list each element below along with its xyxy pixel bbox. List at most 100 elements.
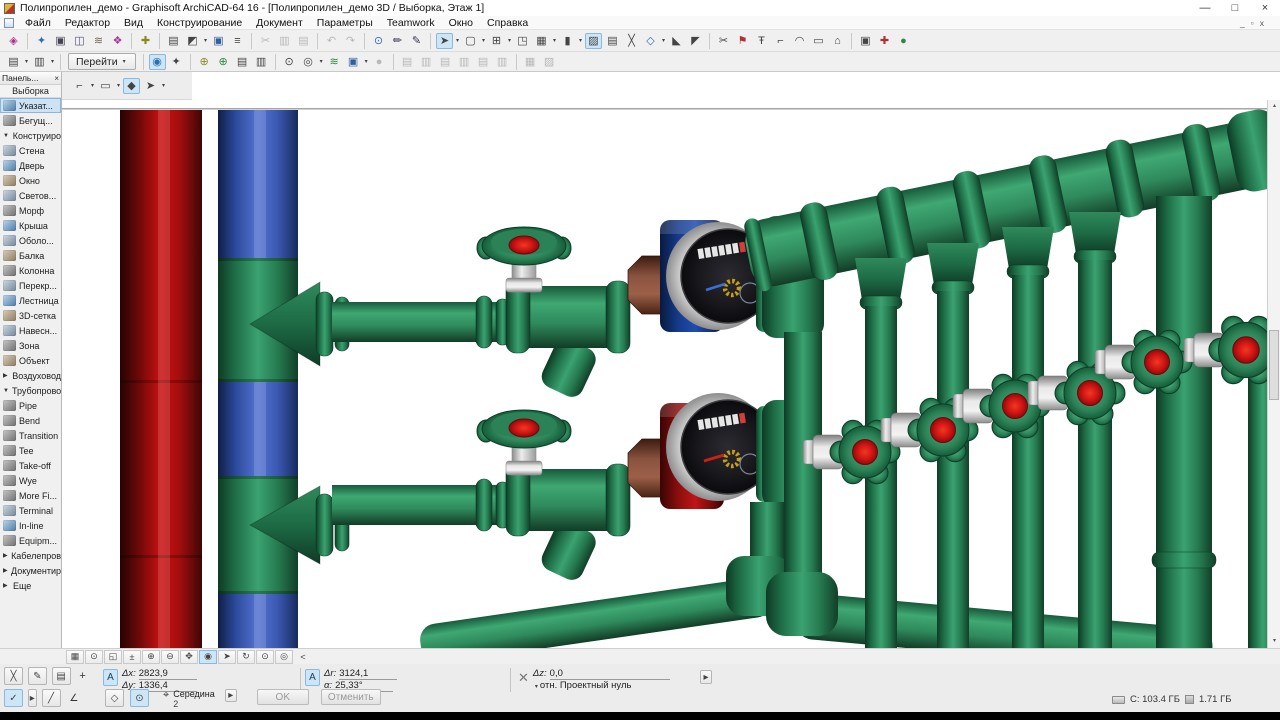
sidebar-item-slab[interactable]: Перекр... <box>0 278 61 293</box>
pen-set-icon[interactable]: ✎ <box>408 33 425 49</box>
viewport-3d[interactable] <box>62 100 1280 648</box>
guide-line-icon[interactable]: ╱ <box>42 689 61 707</box>
sidebar-item-bend[interactable]: Bend <box>0 413 61 428</box>
box-icon[interactable]: ▭ <box>810 33 827 49</box>
wall-tool-icon[interactable]: ▣ <box>52 33 69 49</box>
close-button[interactable]: × <box>1250 1 1280 16</box>
column-icon[interactable]: ▮ <box>559 33 576 49</box>
redo-icon[interactable]: ↷ <box>342 33 359 49</box>
rectangle-method-icon[interactable]: ▭ <box>97 78 114 94</box>
render-icon[interactable]: ● <box>371 54 388 70</box>
magnet-icon[interactable]: ◇ <box>642 33 659 49</box>
sidebar-item-terminal[interactable]: Terminal <box>0 503 61 518</box>
snap-flyout-icon[interactable]: ▸ <box>28 689 37 707</box>
sidebar-item-morph[interactable]: Морф <box>0 203 61 218</box>
menu-help[interactable]: Справка <box>480 17 535 29</box>
adjust-icon[interactable]: ✚ <box>137 33 154 49</box>
3d-view-icon[interactable]: ◉ <box>149 54 166 70</box>
menu-teamwork[interactable]: Teamwork <box>380 17 442 29</box>
scroll-up-icon[interactable]: ▴ <box>1268 100 1280 113</box>
sidebar-item-mesh[interactable]: 3D-сетка <box>0 308 61 323</box>
sidebar-item-beam[interactable]: Балка <box>0 248 61 263</box>
fillet-icon[interactable]: ◠ <box>791 33 808 49</box>
sidebar-item-shell[interactable]: Оболо... <box>0 233 61 248</box>
sidebar-item-skylight[interactable]: Светов... <box>0 188 61 203</box>
sidebar-item-pointer[interactable]: Указат... <box>0 98 61 113</box>
pin-icon[interactable]: ✚ <box>876 33 893 49</box>
markup-4-icon[interactable]: ▥ <box>456 54 473 70</box>
menu-window[interactable]: Окно <box>442 17 480 29</box>
mesh-icon[interactable]: ▤ <box>604 33 621 49</box>
coord-ra-icon[interactable]: A <box>305 669 320 686</box>
find-select-icon[interactable]: ⊙ <box>370 33 387 49</box>
view-doc2-icon[interactable]: ▥ <box>253 54 270 70</box>
sidebar-item-zone[interactable]: Зона <box>0 338 61 353</box>
markup-6-icon[interactable]: ▥ <box>494 54 511 70</box>
find-view-icon[interactable]: ⊙ <box>281 54 298 70</box>
scrollbar-thumb[interactable] <box>1269 330 1279 400</box>
profile-manager-icon[interactable]: ◫ <box>71 33 88 49</box>
menu-view[interactable]: Вид <box>117 17 150 29</box>
rotate-icon[interactable]: ↻ <box>237 650 255 664</box>
zoom-in-icon[interactable]: ⊕ <box>142 650 160 664</box>
markup-8-icon[interactable]: ▨ <box>541 54 558 70</box>
menu-options[interactable]: Параметры <box>310 17 380 29</box>
sidebar-item-object[interactable]: Объект <box>0 353 61 368</box>
sidebar-item-equipment[interactable]: Equipm... <box>0 533 61 548</box>
story-settings-icon[interactable]: ≋ <box>90 33 107 49</box>
slab-icon[interactable]: ▦ <box>533 33 550 49</box>
window-next-icon[interactable]: ▥ <box>31 54 48 70</box>
snap-more-icon[interactable]: ▸ <box>225 689 237 702</box>
copy-icon[interactable]: ▥ <box>276 33 293 49</box>
menu-file[interactable]: Файл <box>18 17 58 29</box>
markup-7-icon[interactable]: ▦ <box>522 54 539 70</box>
panel-tab-selection[interactable]: Выборка <box>0 85 61 98</box>
gravity-icon[interactable]: ◇ <box>105 689 124 707</box>
sidebar-item-more-fittings[interactable]: More Fi... <box>0 488 61 503</box>
marker-dropdown-icon[interactable]: ▾ <box>318 58 325 65</box>
slab-dropdown-icon[interactable]: ▾ <box>551 37 558 44</box>
menu-design[interactable]: Конструирование <box>150 17 249 29</box>
arrow-tool-icon[interactable]: ➤ <box>436 33 453 49</box>
coord-more-icon[interactable]: ▸ <box>700 670 712 684</box>
cursor-method-icon[interactable]: ➤ <box>142 78 159 94</box>
viewport-scrollbar[interactable]: ▴ ▾ <box>1267 100 1280 648</box>
child-restore-button[interactable]: ▫ <box>1251 18 1260 28</box>
scene-3d[interactable] <box>62 100 1267 648</box>
cut-icon[interactable]: ✂ <box>257 33 274 49</box>
sidebar-item-marquee[interactable]: Бегущ... <box>0 113 61 128</box>
split-icon[interactable]: ⚑ <box>734 33 751 49</box>
globe-icon[interactable]: ● <box>895 33 912 49</box>
sidebar-section-pipework[interactable]: ▼Трубопрово <box>0 383 61 398</box>
sidebar-item-stair[interactable]: Лестница <box>0 293 61 308</box>
sidebar-item-wall[interactable]: Стена <box>0 143 61 158</box>
zoom-out-icon[interactable]: ⊖ <box>161 650 179 664</box>
paste-icon[interactable]: ▤ <box>295 33 312 49</box>
zoom-previous-icon[interactable]: ⊙ <box>256 650 274 664</box>
child-close-button[interactable]: x <box>1260 18 1270 28</box>
level-icon[interactable]: Ŧ <box>753 33 770 49</box>
markup-5-icon[interactable]: ▤ <box>475 54 492 70</box>
add-view-icon[interactable]: ⊕ <box>215 54 232 70</box>
sidebar-item-window[interactable]: Окно <box>0 173 61 188</box>
orbit-icon[interactable]: ◉ <box>199 650 217 664</box>
dx-field[interactable]: 2823,9 <box>139 668 197 680</box>
maximize-button[interactable]: □ <box>1220 1 1250 16</box>
sidebar-item-tee[interactable]: Tee <box>0 443 61 458</box>
sidebar-item-wye[interactable]: Wye <box>0 473 61 488</box>
cursor-dropdown-icon[interactable]: ▾ <box>160 82 167 89</box>
save-view-icon[interactable]: ▣ <box>345 54 362 70</box>
snap-zoom-icon[interactable]: ⊙ <box>130 689 149 707</box>
sidebar-item-door[interactable]: Дверь <box>0 158 61 173</box>
pen-icon[interactable]: ✏ <box>389 33 406 49</box>
marquee-dropdown-icon[interactable]: ▾ <box>480 37 487 44</box>
ramp-icon[interactable]: ◣ <box>668 33 685 49</box>
grid-dropdown-icon[interactable]: ▾ <box>506 37 513 44</box>
rectangle-dropdown-icon[interactable]: ▾ <box>115 82 122 89</box>
fill-method-icon[interactable]: ◆ <box>123 78 140 94</box>
collapse-strip-icon[interactable]: < <box>294 650 312 664</box>
home-story-icon[interactable]: ⌂ <box>829 33 846 49</box>
sidebar-section-ductwork[interactable]: ▶Воздуховод <box>0 368 61 383</box>
menu-edit[interactable]: Редактор <box>58 17 117 29</box>
hatch-icon[interactable]: ▨ <box>585 33 602 49</box>
